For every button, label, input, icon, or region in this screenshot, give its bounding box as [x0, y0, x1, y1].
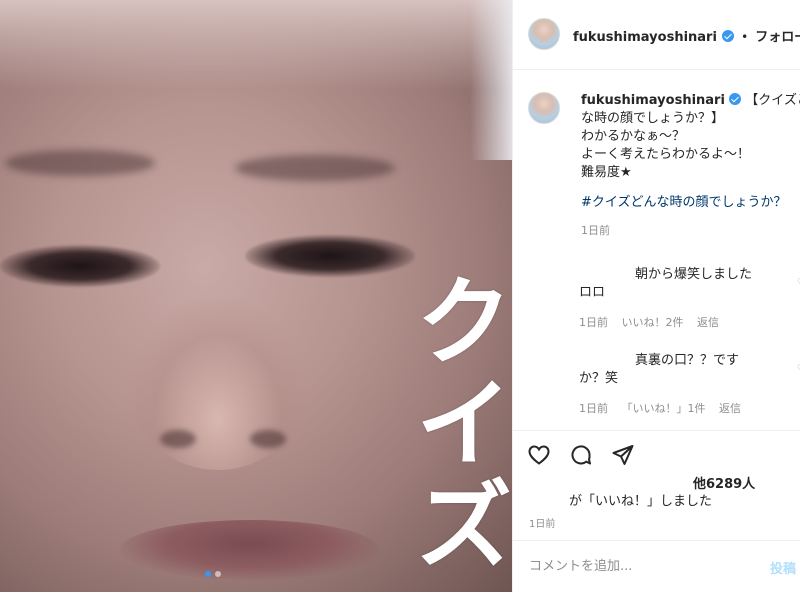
image-overlay-text: クイズ — [398, 270, 512, 576]
image-nostril-right — [250, 430, 286, 448]
caption-line-4: よーく考えたらわかるよ～！ — [581, 147, 751, 162]
add-comment-bar: 投稿 — [513, 540, 800, 592]
image-nostril-left — [160, 430, 196, 448]
comment-text-2: ロロ — [579, 285, 606, 300]
verified-badge-icon — [729, 93, 742, 105]
header-user: fukushimayoshinari • フォロー中 — [573, 26, 800, 45]
comment-likes[interactable]: 「いいね！」1件 — [622, 402, 706, 415]
caption-time[interactable]: 1日前 — [581, 222, 800, 240]
comment-time[interactable]: 1日前 — [579, 316, 608, 329]
comment-likes[interactable]: いいね！2件 — [622, 316, 684, 329]
image-hair-area — [0, 0, 512, 90]
following-button[interactable]: フォロー中 — [755, 30, 800, 45]
image-right-eye — [245, 235, 415, 277]
share-icon[interactable] — [609, 441, 637, 469]
verified-badge-icon — [722, 30, 735, 42]
post-actions: 他6289人 が「いいね！」しました 1日前 — [513, 430, 800, 540]
carousel-dot[interactable] — [215, 571, 221, 577]
caption-hashtag[interactable]: #クイズどんな時の顔でしょうか？ — [581, 194, 800, 212]
post-image[interactable]: クイズ — [0, 0, 512, 592]
image-edge-glow — [470, 0, 512, 160]
post-side-panel: fukushimayoshinari • フォロー中 fukushimayosh… — [512, 0, 800, 592]
comment-item: 真裏の口？？です か？笑 ♡ 1日前 「いいね！」1件 返信 — [579, 352, 800, 418]
image-left-eye — [0, 245, 160, 287]
likes-text: が「いいね！」しました — [569, 494, 713, 509]
caption-line-2: な時の顔でしょうか？】 — [581, 111, 725, 126]
comment-reply-button[interactable]: 返信 — [697, 316, 719, 329]
header-username[interactable]: fukushimayoshinari — [573, 30, 717, 45]
image-left-brow — [5, 150, 155, 176]
avatar[interactable] — [528, 18, 560, 50]
comment-text-1: 朝から爆笑しました — [635, 267, 753, 282]
post-date[interactable]: 1日前 — [529, 515, 555, 530]
action-icons — [525, 441, 637, 469]
header-separator: • — [741, 30, 749, 44]
comment-input[interactable] — [529, 555, 749, 577]
comment-icon[interactable] — [567, 441, 595, 469]
post-comment-button[interactable]: 投稿 — [770, 558, 796, 577]
comment-meta: 1日前 「いいね！」1件 返信 — [579, 400, 800, 418]
comment-text-2: か？笑 — [579, 371, 619, 386]
caption-line-1: fukushimayoshinari 【クイズどん — [581, 92, 800, 110]
post-caption: fukushimayoshinari 【クイズどん な時の顔でしょうか？】 わか… — [581, 92, 800, 240]
comment-reply-button[interactable]: 返信 — [719, 402, 741, 415]
comment-text-1: 真裏の口？？です — [635, 353, 740, 368]
image-right-brow — [235, 155, 395, 181]
like-icon[interactable] — [525, 441, 553, 469]
carousel-dots — [205, 571, 221, 577]
post-header: fukushimayoshinari • フォロー中 — [513, 0, 800, 70]
carousel-dot-active[interactable] — [205, 571, 211, 577]
comment-time[interactable]: 1日前 — [579, 402, 608, 415]
caption-line-3: わかるかなぁ～？ — [581, 129, 686, 144]
caption-avatar[interactable] — [528, 92, 560, 124]
image-mouth — [120, 520, 380, 580]
caption-line-5: 難易度★ — [581, 165, 632, 180]
comment-meta: 1日前 いいね！2件 返信 — [579, 314, 800, 332]
caption-text-1: 【クイズどん — [745, 93, 800, 108]
caption-username[interactable]: fukushimayoshinari — [581, 93, 725, 108]
comment-item: 朝から爆笑しました ロロ ♡ 1日前 いいね！2件 返信 — [579, 266, 800, 332]
